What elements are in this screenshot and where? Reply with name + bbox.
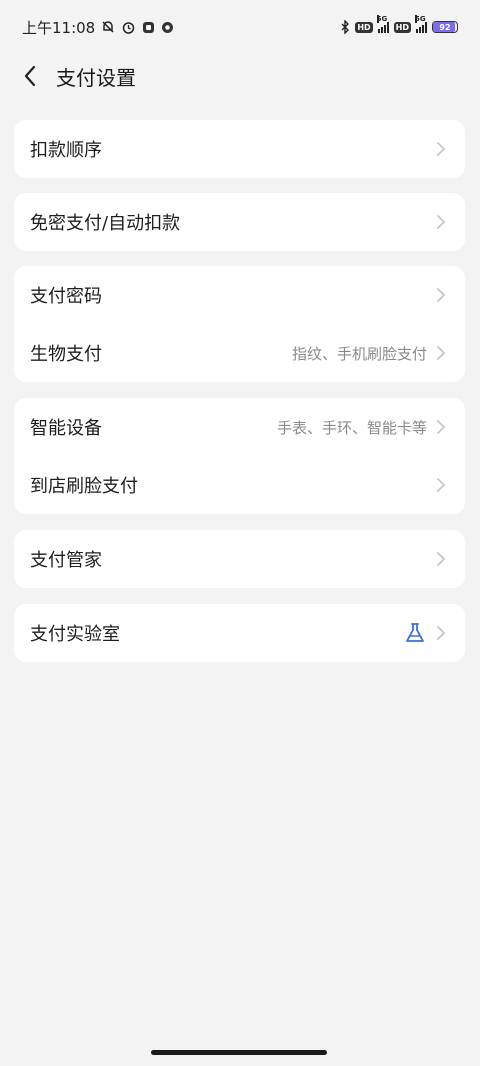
settings-card: 智能设备 手表、手环、智能卡等 到店刷脸支付 [14,398,465,514]
signal-icon: 5G [376,15,389,33]
settings-card: 扣款顺序 [14,120,465,178]
payment-lab-item[interactable]: 支付实验室 [14,604,465,662]
biometric-payment-item[interactable]: 生物支付 指纹、手机刷脸支付 [14,324,465,382]
chevron-left-icon [24,65,36,87]
flask-icon [406,623,424,642]
header: 支付设置 [0,52,480,100]
row-label: 免密支付/自动扣款 [30,213,181,234]
status-right: HD 5G HD 5G 92 [340,15,458,34]
status-left: 上午11:08 [22,17,174,38]
payment-order-item[interactable]: 扣款顺序 [14,120,465,178]
row-value: 指纹、手机刷脸支付 [291,344,427,363]
chevron-right-icon [437,478,445,492]
row-label: 智能设备 [30,418,102,439]
settings-card: 免密支付/自动扣款 [14,193,465,251]
payment-butler-item[interactable]: 支付管家 [14,530,465,588]
payment-password-item[interactable]: 支付密码 [14,266,465,324]
settings-card: 支付密码 生物支付 指纹、手机刷脸支付 [14,266,465,382]
chevron-right-icon [437,215,445,229]
page-title: 支付设置 [56,65,136,90]
home-indicator[interactable] [151,1050,327,1055]
hd-badge: HD [393,21,411,33]
row-label: 支付实验室 [30,624,120,645]
app-notification-icon [161,21,174,34]
signal-icon: 5G [415,15,427,33]
in-store-face-payment-item[interactable]: 到店刷脸支付 [14,456,465,514]
row-label: 到店刷脸支付 [30,476,138,497]
battery-icon: 92 [432,21,458,33]
row-label: 生物支付 [30,344,102,365]
settings-card: 支付管家 [14,530,465,588]
chevron-right-icon [437,346,445,360]
chevron-right-icon [437,552,445,566]
smart-devices-item[interactable]: 智能设备 手表、手环、智能卡等 [14,398,465,456]
row-label: 支付密码 [30,286,102,307]
row-label: 支付管家 [30,550,102,571]
row-label: 扣款顺序 [30,140,102,161]
settings-card: 支付实验室 [14,604,465,662]
chevron-right-icon [437,420,445,434]
chevron-right-icon [437,288,445,302]
bluetooth-icon [340,20,350,34]
chevron-right-icon [437,142,445,156]
status-time: 上午11:08 [22,18,96,37]
app-notification-icon [142,21,155,34]
alarm-icon [121,20,136,35]
hd-badge: HD [355,21,373,33]
status-bar: 上午11:08 HD 5G HD 5G 92 [0,0,480,54]
chevron-right-icon [437,626,445,640]
bell-muted-icon [101,20,115,34]
password-free-payment-item[interactable]: 免密支付/自动扣款 [14,193,465,251]
back-button[interactable] [6,52,54,100]
row-value: 手表、手环、智能卡等 [276,418,427,437]
